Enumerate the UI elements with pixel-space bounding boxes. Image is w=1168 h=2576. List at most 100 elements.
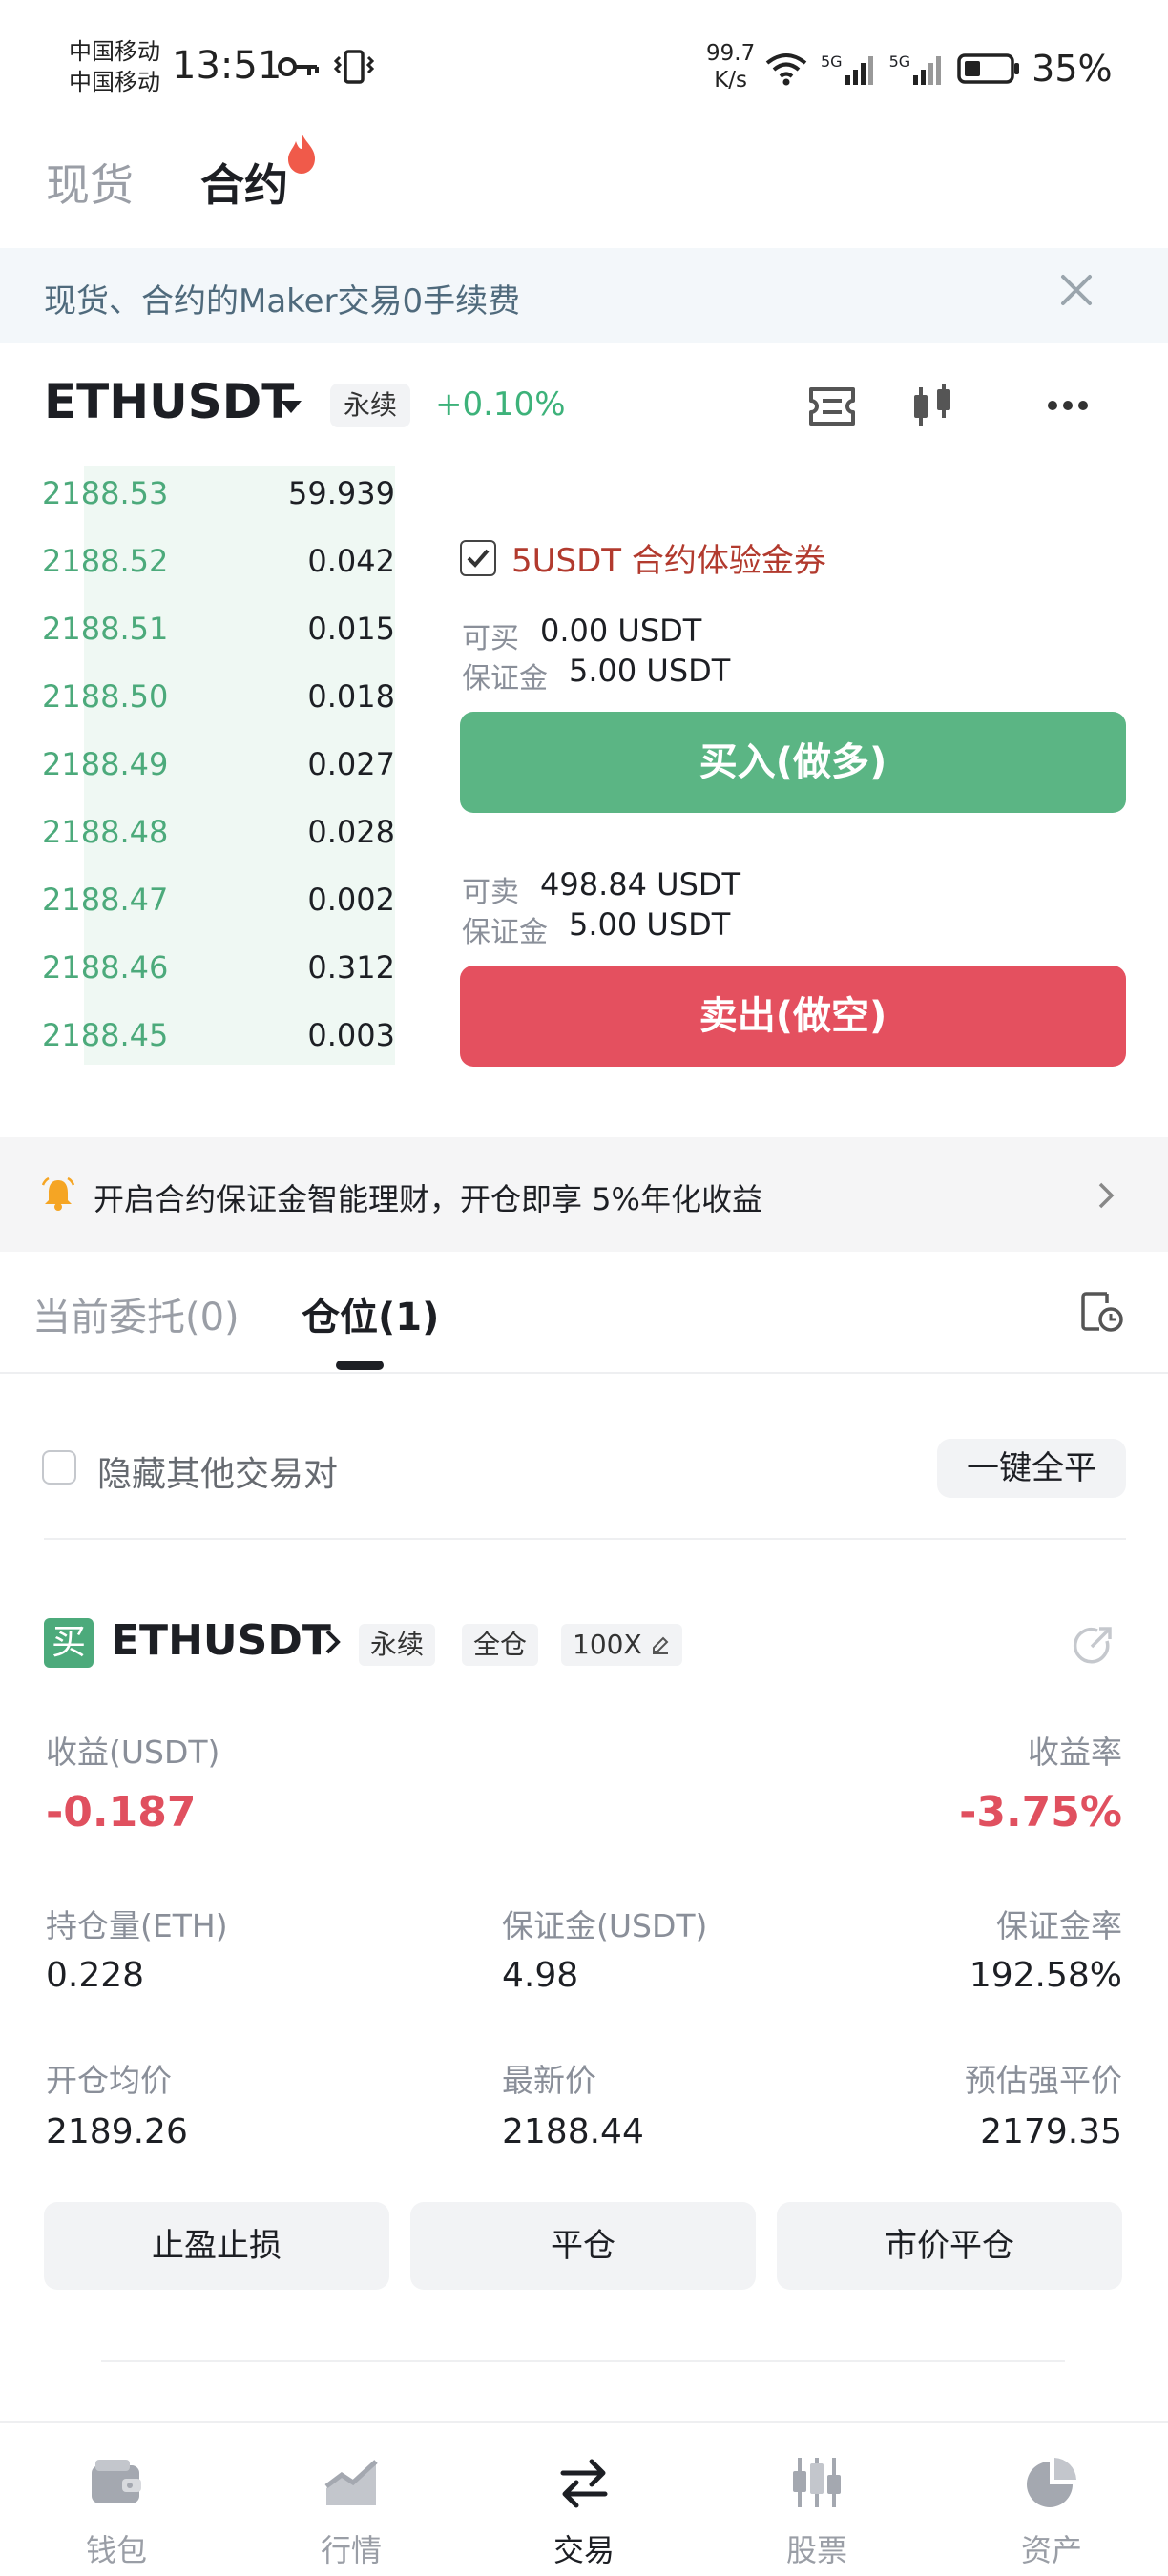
- net-speed-unit: K/s: [714, 68, 748, 93]
- hide-other-pairs-checkbox[interactable]: [42, 1450, 76, 1485]
- vibrate-icon: [334, 50, 374, 84]
- tabs-divider: [0, 1372, 1168, 1374]
- order-book-row[interactable]: 2188.47 0.002: [42, 872, 395, 940]
- price-change: +0.10%: [435, 385, 566, 424]
- coupon-label[interactable]: 5USDT 合约体验金券: [511, 534, 826, 581]
- status-time: 13:51: [172, 44, 282, 88]
- coupon-checkbox[interactable]: [460, 540, 496, 576]
- top-tabs: 现货 合约: [0, 143, 1168, 248]
- liq-price-value: 2179.35: [980, 2112, 1122, 2151]
- order-book-qty: 0.003: [307, 1017, 395, 1053]
- hide-other-pairs-label[interactable]: 隐藏其他交易对: [97, 1446, 338, 1496]
- signal-2-bars-icon: [913, 56, 942, 85]
- order-book-row[interactable]: 2188.53 59.939: [42, 466, 395, 533]
- more-icon[interactable]: [1046, 399, 1090, 412]
- order-book-row[interactable]: 2188.51 0.015: [42, 601, 395, 669]
- order-book-qty: 0.028: [307, 814, 395, 850]
- sell-margin-label: 保证金: [462, 916, 548, 949]
- tab-underline: [336, 1361, 384, 1370]
- symbol-title[interactable]: ETHUSDT: [44, 374, 294, 429]
- position-tag-perpetual: 永续: [359, 1624, 436, 1666]
- order-book-row[interactable]: 2188.49 0.027: [42, 737, 395, 804]
- signal-2-label: 5G: [888, 52, 911, 71]
- tp-sl-button[interactable]: 止盈止损: [44, 2202, 389, 2290]
- order-book-price: 2188.52: [42, 543, 169, 579]
- order-book-qty: 0.015: [307, 611, 395, 647]
- order-book-qty: 0.312: [307, 949, 395, 986]
- last-price-label: 最新价: [502, 2062, 596, 2099]
- wallet-icon: [92, 2460, 141, 2503]
- signal-1-bars-icon: [845, 56, 873, 85]
- order-book-row[interactable]: 2188.50 0.018: [42, 669, 395, 737]
- pie-chart-icon: [1027, 2458, 1076, 2507]
- order-book-price: 2188.53: [42, 475, 169, 511]
- margin-rate-label: 保证金率: [996, 1907, 1122, 1944]
- history-icon[interactable]: [1078, 1288, 1124, 1334]
- order-book-row[interactable]: 2188.48 0.028: [42, 804, 395, 872]
- market-chart-icon: [324, 2460, 378, 2505]
- order-book-row[interactable]: 2188.52 0.042: [42, 533, 395, 601]
- sell-available-label: 可卖: [462, 876, 519, 909]
- margin-label: 保证金(USDT): [502, 1907, 708, 1944]
- sell-available-value: 498.84 USDT: [540, 866, 741, 903]
- size-value: 0.228: [46, 1956, 145, 1995]
- nav-assets-label: 资产: [1020, 2532, 1082, 2568]
- nav-wallet-label: 钱包: [85, 2532, 147, 2568]
- position-symbol[interactable]: ETHUSDT: [111, 1616, 331, 1665]
- nav-trade[interactable]: 交易: [508, 2423, 660, 2576]
- nav-stocks[interactable]: 股票: [740, 2423, 893, 2576]
- promo-strip[interactable]: 开启合约保证金智能理财，开仓即享 5%年化收益: [0, 1137, 1168, 1252]
- order-book-qty: 0.027: [307, 746, 395, 782]
- sell-short-button[interactable]: 卖出(做空): [460, 966, 1126, 1067]
- candlestick-icon[interactable]: [910, 382, 956, 429]
- card-divider: [101, 2360, 1065, 2362]
- check-icon: [467, 549, 490, 568]
- fee-banner[interactable]: 现货、合约的Maker交易0手续费: [0, 248, 1168, 343]
- fire-icon: [288, 132, 315, 174]
- signal-1: 5G: [821, 52, 878, 85]
- battery-percent: 35%: [1032, 48, 1113, 90]
- signal-2: 5G: [889, 52, 947, 85]
- stocks-candles-icon: [793, 2458, 841, 2507]
- share-icon[interactable]: [1071, 1624, 1115, 1668]
- tab-spot[interactable]: 现货: [46, 151, 134, 214]
- symbol-dropdown-icon[interactable]: [281, 401, 302, 413]
- order-book-row[interactable]: 2188.46 0.312: [42, 940, 395, 1008]
- filter-divider: [44, 1538, 1126, 1540]
- carrier-labels: 中国移动 中国移动: [69, 36, 160, 97]
- wifi-icon: [765, 53, 807, 86]
- entry-price-value: 2189.26: [46, 2112, 188, 2151]
- tab-positions[interactable]: 仓位(1): [302, 1286, 439, 1341]
- nav-wallet[interactable]: 钱包: [40, 2423, 193, 2576]
- edit-icon: [652, 1636, 669, 1654]
- close-icon[interactable]: [1057, 271, 1095, 309]
- nav-market[interactable]: 行情: [275, 2423, 428, 2576]
- buy-margin-label: 保证金: [462, 662, 548, 696]
- buy-long-button[interactable]: 买入(做多): [460, 712, 1126, 813]
- close-all-button[interactable]: 一键全平: [937, 1439, 1126, 1498]
- close-position-button[interactable]: 平仓: [410, 2202, 756, 2290]
- order-book-price: 2188.51: [42, 611, 169, 647]
- promo-text: 开启合约保证金智能理财，开仓即享 5%年化收益: [94, 1181, 762, 1217]
- banner-text: 现货、合约的Maker交易0手续费: [44, 282, 521, 321]
- nav-assets[interactable]: 资产: [975, 2423, 1128, 2576]
- sell-margin-value: 5.00 USDT: [569, 906, 731, 943]
- size-label: 持仓量(ETH): [46, 1907, 228, 1944]
- bottom-nav: 钱包 行情 交易 股票 资产: [0, 2421, 1168, 2576]
- order-book-qty: 0.002: [307, 882, 395, 918]
- tab-open-orders[interactable]: 当前委托(0): [32, 1286, 240, 1341]
- tab-contract[interactable]: 合约: [200, 151, 288, 214]
- order-book-row[interactable]: 2188.45 0.003: [42, 1008, 395, 1075]
- chevron-right-icon[interactable]: [324, 1628, 342, 1656]
- carrier-2: 中国移动: [69, 69, 160, 95]
- leverage-tag[interactable]: 100X: [561, 1624, 682, 1666]
- nav-stocks-label: 股票: [785, 2532, 847, 2568]
- market-close-button[interactable]: 市价平仓: [777, 2202, 1122, 2290]
- order-book-qty: 59.939: [288, 475, 395, 511]
- buy-side-badge: 买: [44, 1618, 94, 1668]
- swap-arrows-icon: [560, 2459, 608, 2508]
- ticket-icon[interactable]: [807, 385, 857, 427]
- chevron-right-icon: [1098, 1182, 1115, 1209]
- net-speed-value: 99.7: [706, 41, 756, 66]
- key-icon: [278, 57, 319, 76]
